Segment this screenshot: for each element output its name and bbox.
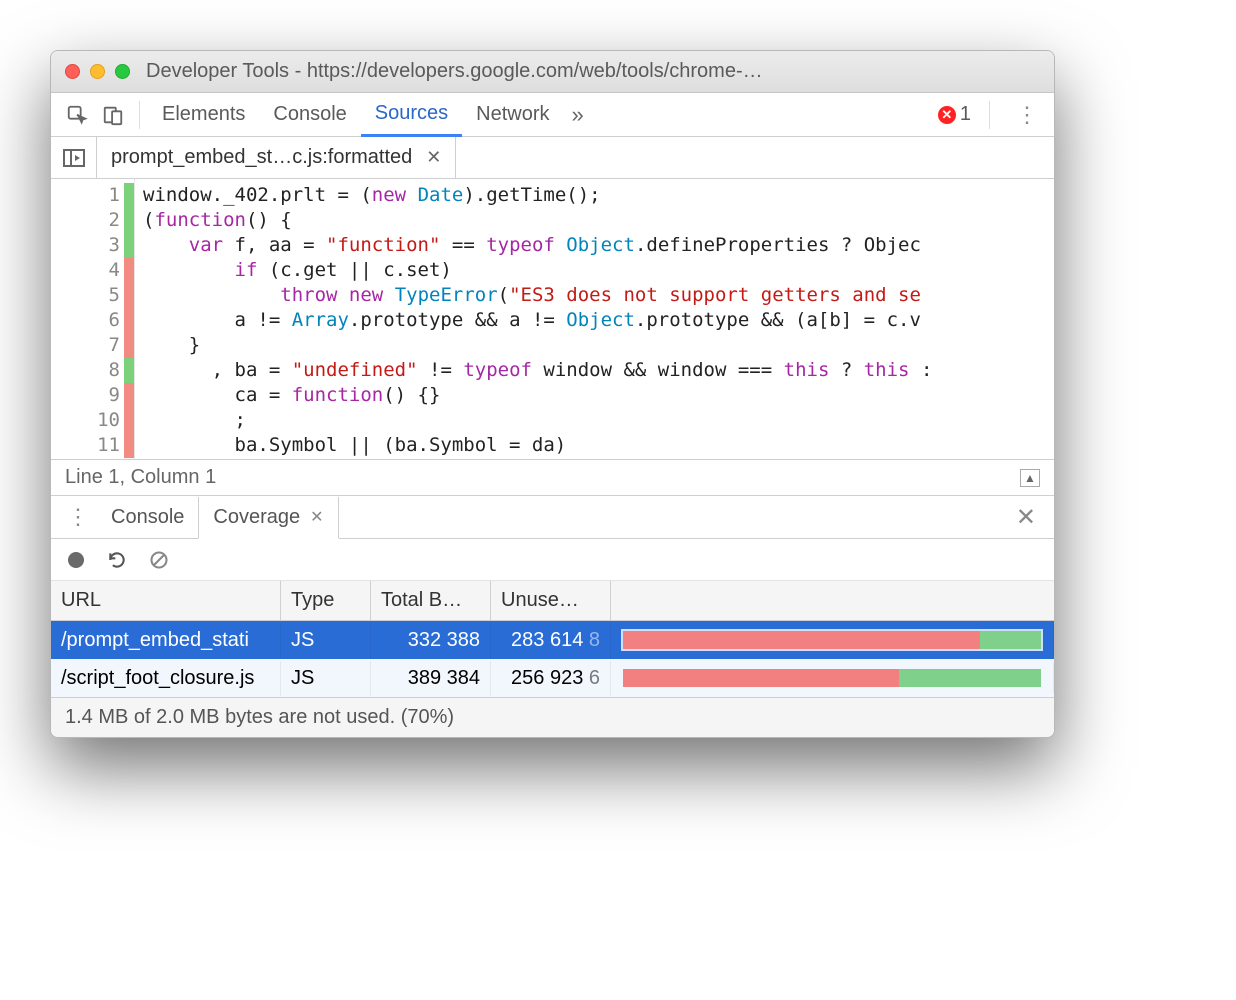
clear-icon[interactable] — [149, 550, 169, 570]
error-icon: ✕ — [938, 106, 956, 124]
file-tab-bar: prompt_embed_st…c.js:formatted ✕ — [51, 137, 1054, 179]
tab-elements[interactable]: Elements — [148, 93, 259, 137]
close-window-button[interactable] — [65, 64, 80, 79]
tab-network[interactable]: Network — [462, 93, 563, 137]
code-content: window._402.prlt = (new Date).getTime();… — [135, 179, 1054, 459]
gutter: 1234567891011 — [51, 179, 135, 459]
cell-bar — [611, 663, 1054, 693]
navigator-toggle-icon[interactable] — [51, 137, 97, 178]
cell-type: JS — [281, 623, 371, 658]
col-url[interactable]: URL — [51, 581, 281, 620]
cursor-position: Line 1, Column 1 — [65, 466, 216, 489]
error-count: 1 — [960, 103, 971, 126]
record-icon[interactable] — [67, 551, 85, 569]
coverage-table: URL Type Total B… Unuse… /prompt_embed_s… — [51, 581, 1054, 697]
drawer-tab-console[interactable]: Console — [97, 496, 198, 538]
cell-unused: 256 923 6 — [491, 661, 611, 696]
reload-icon[interactable] — [107, 550, 127, 570]
tab-console[interactable]: Console — [259, 93, 360, 137]
inspect-element-icon[interactable] — [63, 101, 91, 129]
traffic-lights — [65, 64, 130, 79]
cell-unused: 283 614 8 — [491, 623, 611, 658]
zoom-window-button[interactable] — [115, 64, 130, 79]
col-unused[interactable]: Unuse… — [491, 581, 611, 620]
window-title: Developer Tools - https://developers.goo… — [146, 60, 763, 83]
drawer-tabs: ⋮ Console Coverage ✕ ✕ — [51, 495, 1054, 539]
drawer-menu-icon[interactable]: ⋮ — [59, 504, 97, 530]
collapse-panel-icon[interactable]: ▲ — [1020, 469, 1040, 487]
devtools-window: Developer Tools - https://developers.goo… — [50, 50, 1055, 738]
file-tab-label: prompt_embed_st…c.js:formatted — [111, 146, 412, 169]
device-toolbar-icon[interactable] — [99, 101, 127, 129]
col-type[interactable]: Type — [281, 581, 371, 620]
settings-menu-icon[interactable]: ⋮ — [1008, 102, 1046, 128]
cell-total: 332 388 — [371, 623, 491, 658]
file-tab[interactable]: prompt_embed_st…c.js:formatted ✕ — [97, 137, 456, 178]
more-tabs-icon[interactable]: » — [572, 102, 584, 128]
cell-total: 389 384 — [371, 661, 491, 696]
coverage-footer: 1.4 MB of 2.0 MB bytes are not used. (70… — [51, 697, 1054, 737]
drawer-tab-coverage-label: Coverage — [213, 506, 300, 529]
minimize-window-button[interactable] — [90, 64, 105, 79]
table-row[interactable]: /script_foot_closure.jsJS389 384256 923 … — [51, 659, 1054, 697]
cell-url: /prompt_embed_stati — [51, 623, 281, 658]
coverage-toolbar — [51, 539, 1054, 581]
close-file-tab-icon[interactable]: ✕ — [426, 147, 441, 168]
cell-url: /script_foot_closure.js — [51, 661, 281, 696]
col-total[interactable]: Total B… — [371, 581, 491, 620]
editor-statusbar: Line 1, Column 1 ▲ — [51, 459, 1054, 495]
tab-sources[interactable]: Sources — [361, 93, 462, 137]
drawer-tab-coverage[interactable]: Coverage ✕ — [198, 497, 338, 539]
code-editor[interactable]: 1234567891011 window._402.prlt = (new Da… — [51, 179, 1054, 459]
close-drawer-icon[interactable]: ✕ — [1006, 503, 1046, 532]
cell-type: JS — [281, 661, 371, 696]
error-badge[interactable]: ✕ 1 — [938, 103, 971, 126]
table-row[interactable]: /prompt_embed_statiJS332 388283 614 8 — [51, 621, 1054, 659]
main-toolbar: Elements Console Sources Network » ✕ 1 ⋮ — [51, 93, 1054, 137]
cell-bar — [611, 625, 1054, 655]
titlebar: Developer Tools - https://developers.goo… — [51, 51, 1054, 93]
close-coverage-tab-icon[interactable]: ✕ — [310, 507, 323, 527]
table-header: URL Type Total B… Unuse… — [51, 581, 1054, 621]
